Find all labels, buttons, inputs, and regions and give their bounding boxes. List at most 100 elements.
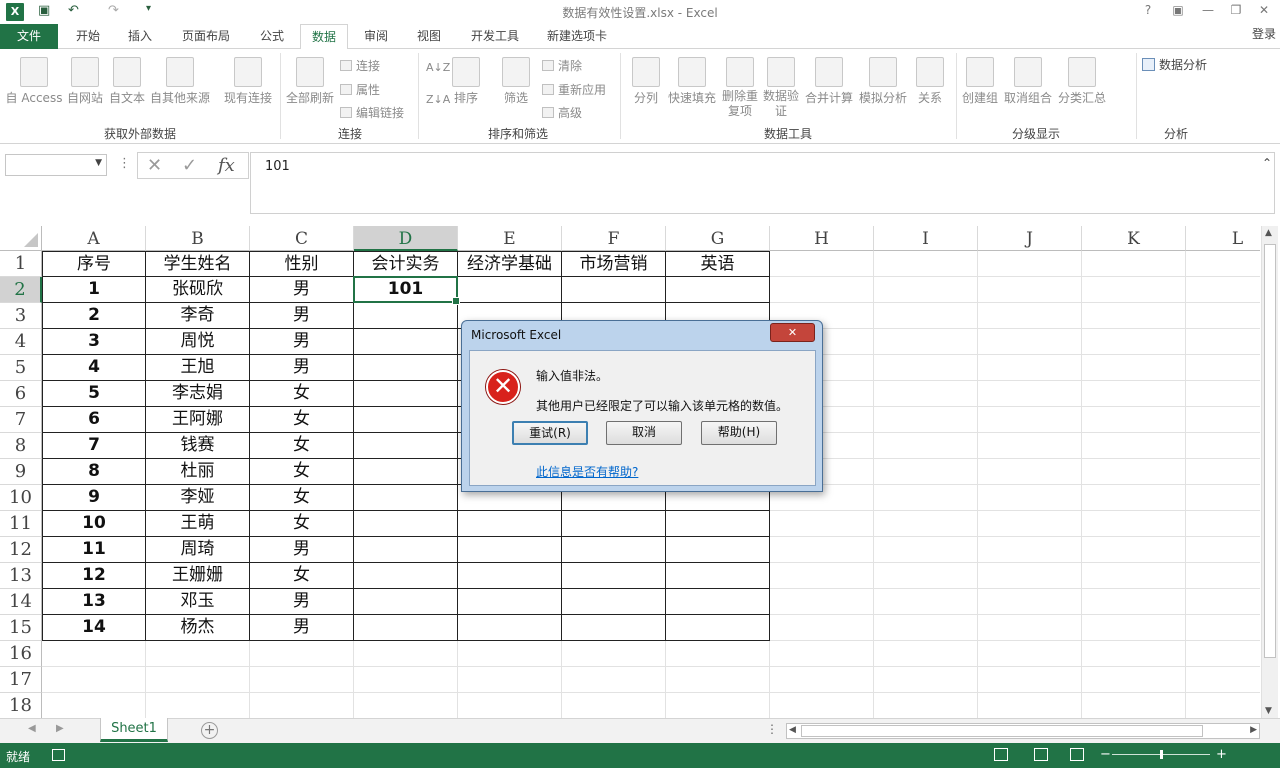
table-cell[interactable] xyxy=(354,615,458,641)
cell[interactable] xyxy=(1186,667,1260,693)
table-cell[interactable]: 王阿娜 xyxy=(146,407,250,433)
cell[interactable] xyxy=(770,563,874,589)
cell[interactable] xyxy=(354,641,458,667)
table-cell[interactable] xyxy=(354,459,458,485)
connections-button[interactable]: 连接 xyxy=(340,57,380,74)
table-cell[interactable]: 女 xyxy=(250,381,354,407)
tab-new[interactable]: 新建选项卡 xyxy=(540,24,614,49)
cell[interactable] xyxy=(1082,641,1186,667)
table-cell[interactable] xyxy=(562,537,666,563)
table-header-cell[interactable]: 性别 xyxy=(250,251,354,277)
cell[interactable] xyxy=(250,641,354,667)
tab-review[interactable]: 审阅 xyxy=(354,24,398,49)
scroll-left-icon[interactable]: ◀ xyxy=(789,725,796,735)
cell[interactable] xyxy=(42,667,146,693)
table-cell[interactable]: 5 xyxy=(42,381,146,407)
cell[interactable] xyxy=(874,277,978,303)
advanced-button[interactable]: 高级 xyxy=(542,104,582,121)
table-cell[interactable] xyxy=(354,537,458,563)
cell[interactable] xyxy=(770,537,874,563)
cell[interactable] xyxy=(978,277,1082,303)
table-cell[interactable] xyxy=(666,511,770,537)
reapply-button[interactable]: 重新应用 xyxy=(542,81,606,98)
cell[interactable] xyxy=(978,615,1082,641)
chevron-down-icon[interactable]: ▼ xyxy=(95,158,102,168)
from-web-button[interactable]: 自网站 xyxy=(64,57,106,106)
cell[interactable] xyxy=(42,641,146,667)
row-header[interactable]: 12 xyxy=(0,537,42,563)
cell[interactable] xyxy=(1186,459,1260,485)
column-header-f[interactable]: F xyxy=(562,226,666,251)
cell[interactable] xyxy=(250,693,354,718)
cell[interactable] xyxy=(1082,693,1186,718)
formula-input[interactable]: 101 xyxy=(250,152,1275,214)
sheet-nav-next-icon[interactable]: ▶ xyxy=(56,723,64,734)
table-cell[interactable]: 王旭 xyxy=(146,355,250,381)
cell[interactable] xyxy=(978,355,1082,381)
minimize-icon[interactable]: — xyxy=(1198,3,1218,17)
cell[interactable] xyxy=(1082,667,1186,693)
cell[interactable] xyxy=(1186,433,1260,459)
add-sheet-icon[interactable]: + xyxy=(201,722,218,739)
table-cell[interactable] xyxy=(354,563,458,589)
row-header[interactable]: 15 xyxy=(0,615,42,641)
row-header[interactable]: 4 xyxy=(0,329,42,355)
table-cell[interactable]: 10 xyxy=(42,511,146,537)
table-cell[interactable]: 男 xyxy=(250,615,354,641)
cell[interactable] xyxy=(1082,537,1186,563)
cell[interactable] xyxy=(770,615,874,641)
column-header-c[interactable]: C xyxy=(250,226,354,251)
cell[interactable] xyxy=(978,329,1082,355)
row-header[interactable]: 16 xyxy=(0,641,42,667)
feedback-link[interactable]: 此信息是否有帮助? xyxy=(536,463,638,480)
cell[interactable] xyxy=(770,511,874,537)
table-cell[interactable]: 周悦 xyxy=(146,329,250,355)
cell[interactable] xyxy=(146,641,250,667)
table-cell[interactable] xyxy=(458,615,562,641)
horizontal-scroll-thumb[interactable] xyxy=(801,725,1203,737)
from-access-button[interactable]: 自 Access xyxy=(4,57,64,106)
tab-data[interactable]: 数据 xyxy=(300,24,348,50)
cell[interactable] xyxy=(1186,407,1260,433)
cell[interactable] xyxy=(1082,485,1186,511)
tab-view[interactable]: 视图 xyxy=(407,24,451,49)
more-icon[interactable]: ⋮ xyxy=(118,156,131,171)
sheet-nav-prev-icon[interactable]: ◀ xyxy=(28,723,36,734)
cell[interactable] xyxy=(978,667,1082,693)
cell[interactable] xyxy=(1186,277,1260,303)
table-cell[interactable] xyxy=(354,485,458,511)
cell[interactable] xyxy=(874,667,978,693)
cell[interactable] xyxy=(978,537,1082,563)
cell[interactable] xyxy=(1082,589,1186,615)
cell[interactable] xyxy=(1082,563,1186,589)
cell[interactable] xyxy=(250,667,354,693)
table-cell[interactable]: 男 xyxy=(250,277,354,303)
table-cell[interactable] xyxy=(354,433,458,459)
cell[interactable] xyxy=(1186,589,1260,615)
tab-home[interactable]: 开始 xyxy=(66,24,110,49)
cell[interactable] xyxy=(874,251,978,277)
table-cell[interactable] xyxy=(458,589,562,615)
table-header-cell[interactable]: 学生姓名 xyxy=(146,251,250,277)
help-icon[interactable]: ? xyxy=(1138,3,1158,17)
table-cell[interactable]: 4 xyxy=(42,355,146,381)
table-cell[interactable] xyxy=(354,511,458,537)
table-cell[interactable]: 女 xyxy=(250,511,354,537)
cell[interactable] xyxy=(1082,381,1186,407)
cell[interactable] xyxy=(978,459,1082,485)
table-cell[interactable]: 14 xyxy=(42,615,146,641)
table-cell[interactable] xyxy=(354,355,458,381)
cell[interactable] xyxy=(458,641,562,667)
table-cell[interactable] xyxy=(458,511,562,537)
ribbon-display-icon[interactable]: ▣ xyxy=(1168,3,1188,17)
table-cell[interactable]: 周琦 xyxy=(146,537,250,563)
cell[interactable] xyxy=(1186,641,1260,667)
table-cell[interactable]: 101 xyxy=(354,277,458,303)
edit-links-button[interactable]: 编辑链接 xyxy=(340,104,404,121)
table-cell[interactable]: 杜丽 xyxy=(146,459,250,485)
table-cell[interactable]: 李志娟 xyxy=(146,381,250,407)
cell[interactable] xyxy=(874,511,978,537)
column-header-d[interactable]: D xyxy=(354,226,458,251)
cell[interactable] xyxy=(1186,511,1260,537)
table-cell[interactable] xyxy=(562,511,666,537)
